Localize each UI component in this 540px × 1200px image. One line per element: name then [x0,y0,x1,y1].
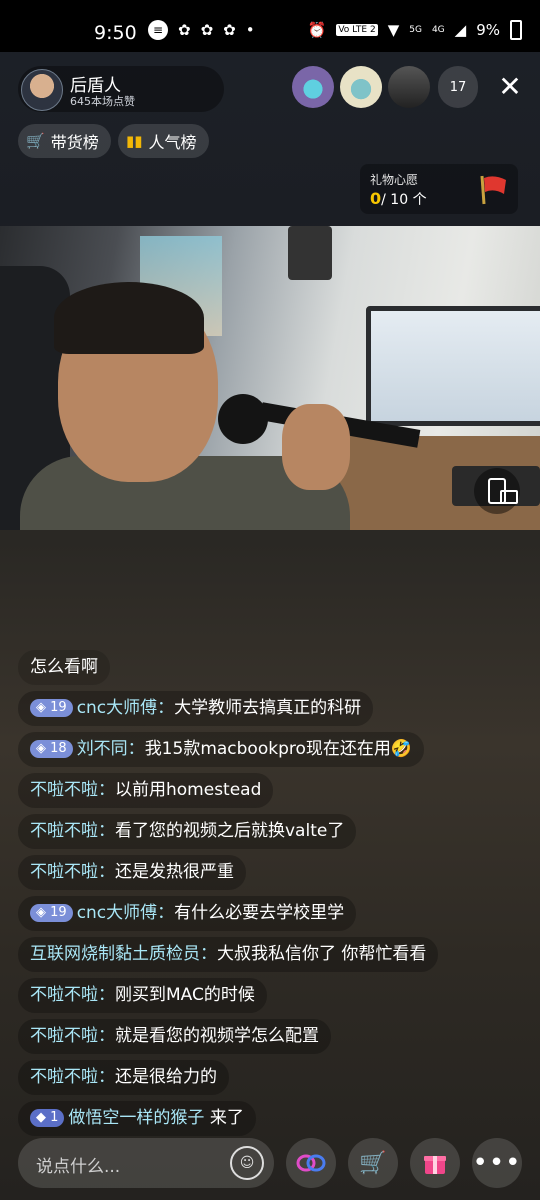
chat-username[interactable]: 不啦不啦： [30,780,115,800]
chat-username[interactable]: 不啦不啦： [30,1026,115,1046]
popularity-rank-label: 人气榜 [148,133,197,152]
gift-wish-progress: 0/ 10 个 [370,189,427,209]
emoji-icon[interactable]: ☺ [230,1146,264,1180]
chat-text: 以前用homestead [115,780,262,800]
status-bar: 9:50 ≡ ✿ ✿ ✿ • ⏰ Vo LTE 2 ▼ 5G 4G ◢ 9% [0,0,540,52]
shopping-rank-label: 带货榜 [50,133,99,152]
more-button[interactable]: ••• [472,1138,522,1188]
like-count: 645本场点赞 [70,95,135,108]
level-badge: ◈ 19 [30,699,73,717]
chat-text: 看了您的视频之后就换valte了 [115,821,345,841]
link-icon [296,1154,326,1172]
wifi-icon: ▼ [387,21,400,39]
net1-label: 5G [409,25,422,35]
flag-icon [480,175,506,205]
chat-text: 还是很给力的 [115,1067,217,1087]
chat-text: 我15款macbookpro现在还在用🤣 [144,739,413,759]
chat-message: 互联网烧制黏土质检员：大叔我私信你了 你帮忙看看 [18,937,439,972]
chat-message: 不啦不啦：还是很给力的 [18,1060,229,1095]
chat-message: 不啦不啦：刚买到MAC的时候 [18,978,267,1013]
viewer-avatar[interactable] [388,66,430,108]
close-icon[interactable]: ✕ [496,72,524,102]
battery-icon [510,20,522,40]
viewer-count[interactable]: 17 [438,66,478,108]
level-badge: ◈ 18 [30,740,73,758]
gift-icon [424,1156,446,1174]
chat-message: ◈ 19 cnc大师傅：大学教师去搞真正的科研 [18,691,374,726]
rotate-screen-button[interactable] [474,468,520,514]
live-video[interactable] [0,226,540,530]
chat-text: 大学教师去搞真正的科研 [174,698,362,718]
popularity-rank-button[interactable]: ▮▮ 人气榜 [118,124,209,158]
chat-username[interactable]: cnc大师傅： [77,903,174,923]
gift-wish-current: 0 [370,189,382,208]
battery-percent: 9% [476,21,500,39]
comment-placeholder: 说点什么... [36,1157,121,1177]
gift-wish-card[interactable]: 礼物心愿 0/ 10 个 [360,164,518,214]
wechat-icon: ✿ [223,21,236,39]
gift-button[interactable] [410,1138,460,1188]
chat-username[interactable]: 不啦不啦： [30,862,115,882]
volte-badge: Vo LTE 2 [336,24,378,36]
shopping-cart-button[interactable]: 🛒 [348,1138,398,1188]
status-time: 9:50 [94,22,137,44]
chat-username[interactable]: 不啦不啦： [30,985,115,1005]
level-badge: ◈ 19 [30,904,73,922]
chat-username[interactable]: 互联网烧制黏土质检员： [30,944,217,964]
chat-username[interactable]: cnc大师傅： [77,698,174,718]
level-badge: ◆ 1 [30,1109,65,1127]
viewer-avatar[interactable] [340,66,382,108]
gift-wish-total: / 10 个 [381,192,427,208]
chat-message: 怎么看啊 [18,650,110,685]
chat-message: ◈ 18 刘不同：我15款macbookpro现在还在用🤣 [18,732,425,767]
avatar[interactable] [21,69,63,111]
dot-icon: • [245,21,255,39]
chat-text: 大叔我私信你了 你帮忙看看 [217,944,427,964]
chat-list[interactable]: 怎么看啊 ◈ 19 cnc大师傅：大学教师去搞真正的科研 ◈ 18 刘不同：我15款… [18,650,468,1136]
chat-text: 有什么必要去学校里学 [174,903,345,923]
wechat-icon: ✿ [200,21,214,39]
chat-username[interactable]: 不啦不啦： [30,1067,115,1087]
chat-icon: ≡ [148,20,168,40]
chat-message: ◈ 19 cnc大师傅：有什么必要去学校里学 [18,896,357,931]
alarm-icon: ⏰ [307,21,327,39]
microphone [218,394,268,444]
notification-icons: ≡ ✿ ✿ ✿ • [148,20,255,40]
chat-text: 怎么看啊 [30,657,98,677]
chat-message: ◆ 1 做悟空一样的猴子 来了 [18,1101,256,1136]
chat-text: 来了 [204,1108,244,1128]
shopping-cart-icon: 🛒 [359,1150,387,1176]
bar-chart-icon: ▮▮ [126,132,143,150]
more-icon: ••• [472,1148,522,1178]
chat-message: 不啦不啦：以前用homestead [18,773,274,808]
rotate-screen-icon [488,478,518,504]
chat-message: 不啦不啦：还是发热很严重 [18,855,246,890]
chat-message: 不啦不啦：就是看您的视频学怎么配置 [18,1019,331,1054]
system-icons: ⏰ Vo LTE 2 ▼ 5G 4G ◢ 9% [308,20,522,40]
mic-arm [288,226,332,280]
chat-username[interactable]: 不啦不啦： [30,821,115,841]
person-hand [282,404,350,490]
chat-username[interactable]: 做悟空一样的猴子 [68,1108,204,1128]
chat-message: 不啦不啦：看了您的视频之后就换valte了 [18,814,357,849]
monitor [366,306,540,426]
chat-text: 还是发热很严重 [115,862,234,882]
wechat-icon: ✿ [178,21,191,39]
cart-icon: 🛒 [26,132,45,150]
link-button[interactable] [286,1138,336,1188]
chat-text: 刚买到MAC的时候 [115,985,255,1005]
net2-label: 4G [431,25,445,35]
viewer-avatar[interactable] [292,66,334,108]
chat-text: 就是看您的视频学怎么配置 [115,1026,319,1046]
signal-icon: ◢ [454,21,467,39]
shopping-rank-button[interactable]: 🛒 带货榜 [18,124,111,158]
streamer-card[interactable]: 后盾人 645本场点赞 [18,66,224,112]
person-hair [54,282,204,354]
gift-wish-title: 礼物心愿 [370,173,419,187]
comment-input[interactable]: 说点什么... ☺ [18,1138,274,1188]
chat-username[interactable]: 刘不同： [77,739,145,759]
